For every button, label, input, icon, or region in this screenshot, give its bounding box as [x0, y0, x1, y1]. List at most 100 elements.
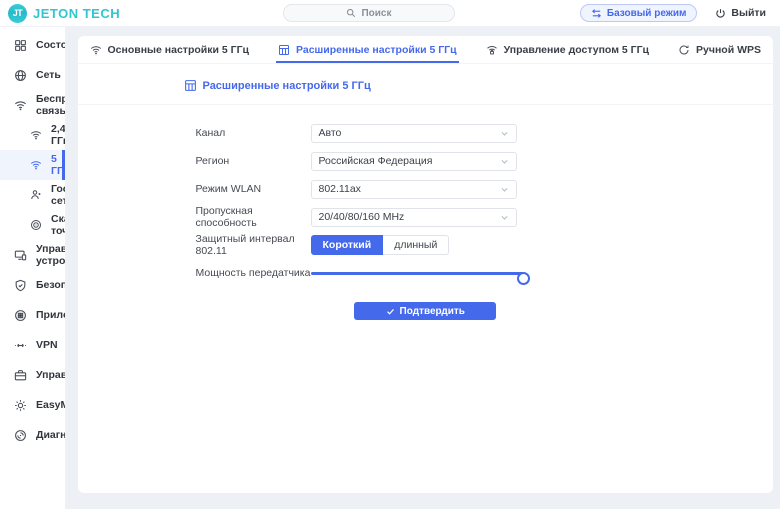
logo-text: JETON TECH — [33, 6, 120, 21]
sidebar-item-label: Диагностика — [36, 429, 66, 441]
scan-icon — [30, 219, 42, 231]
confirm-button[interactable]: Подтвердить — [354, 302, 496, 320]
sidebar-item-management[interactable]: Управление — [0, 360, 65, 390]
sidebar-item-5ghz[interactable]: 5 ГГц — [0, 150, 65, 180]
wifi-icon — [30, 129, 42, 141]
swap-arrows-icon — [591, 8, 602, 19]
tab-label: Управление доступом 5 ГГц — [504, 44, 649, 56]
sidebar-item-ap-scan[interactable]: Сканирование точек доступа — [0, 210, 65, 240]
basic-mode-button[interactable]: Базовый режим — [580, 4, 698, 22]
sidebar: Состояние Сеть Беспроводная связь 2,4 ГГ… — [0, 27, 66, 509]
dashboard-icon — [14, 39, 27, 52]
sidebar-item-label: Гостевая сеть — [51, 183, 66, 207]
logo: JT JETON TECH — [8, 4, 120, 23]
basic-mode-label: Базовый режим — [607, 8, 687, 19]
transmit-power-slider[interactable] — [311, 267, 524, 280]
tab-bar: Основные настройки 5 ГГц Расширенные нас… — [78, 36, 774, 64]
sidebar-item-label: Управление — [36, 369, 66, 381]
easymesh-icon — [14, 399, 27, 412]
panel-title-text: Расширенные настройки 5 ГГц — [203, 80, 371, 92]
wlan-mode-label: Режим WLAN — [196, 183, 311, 195]
tab-manual-wps[interactable]: Ручной WPS — [678, 36, 761, 63]
channel-label: Канал — [196, 127, 311, 139]
vpn-icon — [14, 339, 27, 352]
sidebar-item-diagnostics[interactable]: Диагностика — [0, 420, 65, 450]
advanced-grid-icon — [184, 79, 197, 92]
wifi-icon — [14, 99, 27, 112]
check-icon — [386, 307, 395, 316]
wps-icon — [678, 44, 690, 56]
settings-form: Канал Авто Регион Российская Федерация Р… — [78, 119, 774, 320]
transmit-power-slider-fill — [311, 272, 524, 275]
tab-access-control-5ghz[interactable]: Управление доступом 5 ГГц — [486, 36, 649, 63]
management-icon — [14, 369, 27, 382]
sidebar-item-vpn[interactable]: VPN — [0, 330, 65, 360]
network-icon — [14, 69, 27, 82]
wlan-mode-select[interactable]: 802.11ax — [311, 180, 517, 199]
access-control-icon — [486, 44, 498, 56]
confirm-label: Подтвердить — [400, 306, 465, 317]
wifi-icon — [90, 44, 102, 56]
sidebar-item-label: Сеть — [36, 69, 61, 81]
divider — [78, 104, 774, 105]
content-card: Основные настройки 5 ГГц Расширенные нас… — [78, 36, 774, 493]
sidebar-item-label: Приложение — [36, 309, 66, 321]
devices-icon — [14, 249, 27, 262]
panel-title: Расширенные настройки 5 ГГц — [184, 79, 774, 92]
sidebar-item-label: Управление устройствами — [36, 243, 66, 267]
region-label: Регион — [196, 155, 311, 167]
sidebar-item-status[interactable]: Состояние — [0, 30, 65, 60]
sidebar-item-label: 2,4 ГГц — [51, 123, 66, 147]
guard-interval-toggle: Короткий длинный — [311, 235, 450, 255]
chevron-down-icon — [500, 213, 509, 222]
sidebar-item-label: VPN — [36, 339, 58, 351]
search-placeholder: Поиск — [361, 8, 391, 19]
diagnostics-icon — [14, 429, 27, 442]
wifi-icon — [30, 159, 42, 171]
sidebar-item-security[interactable]: Безопасность — [0, 270, 65, 300]
chevron-down-icon — [500, 157, 509, 166]
power-icon — [715, 8, 726, 19]
bandwidth-select[interactable]: 20/40/80/160 MHz — [311, 208, 517, 227]
region-value: Российская Федерация — [319, 155, 433, 167]
top-header: JT JETON TECH Поиск Базовый режим Выйти — [0, 0, 780, 27]
slider-handle[interactable] — [517, 272, 530, 285]
chevron-down-icon — [500, 129, 509, 138]
sidebar-item-label: 5 ГГц — [51, 153, 66, 177]
logout-label: Выйти — [731, 7, 766, 19]
sidebar-item-wireless[interactable]: Беспроводная связь — [0, 90, 65, 120]
sidebar-item-easymesh[interactable]: EasyMesh — [0, 390, 65, 420]
sidebar-item-label: Сканирование точек доступа — [51, 213, 66, 237]
logout-button[interactable]: Выйти — [715, 7, 766, 19]
tab-label: Ручной WPS — [696, 44, 761, 56]
sidebar-item-label: Беспроводная связь — [36, 93, 66, 117]
bandwidth-value: 20/40/80/160 MHz — [319, 211, 405, 223]
tab-label: Расширенные настройки 5 ГГц — [296, 44, 457, 56]
main-area: Основные настройки 5 ГГц Расширенные нас… — [66, 27, 780, 509]
guard-interval-label: Защитный интервал 802.11 — [196, 233, 311, 257]
search-icon — [346, 8, 356, 18]
guest-icon — [30, 189, 42, 201]
advanced-grid-icon — [278, 44, 290, 56]
channel-select[interactable]: Авто — [311, 124, 517, 143]
sidebar-item-label: Состояние — [36, 39, 66, 51]
guard-interval-long-button[interactable]: длинный — [383, 235, 449, 255]
search-input[interactable]: Поиск — [283, 4, 455, 22]
sidebar-item-label: EasyMesh — [36, 399, 66, 411]
sidebar-item-device-management[interactable]: Управление устройствами — [0, 240, 65, 270]
sidebar-item-guest-network[interactable]: Гостевая сеть — [0, 180, 65, 210]
sidebar-item-24ghz[interactable]: 2,4 ГГц — [0, 120, 65, 150]
logo-icon: JT — [8, 4, 27, 23]
application-icon — [14, 309, 27, 322]
guard-interval-short-button[interactable]: Короткий — [311, 235, 384, 255]
sidebar-item-network[interactable]: Сеть — [0, 60, 65, 90]
wlan-mode-value: 802.11ax — [319, 183, 361, 195]
tab-label: Основные настройки 5 ГГц — [108, 44, 249, 56]
sidebar-item-application[interactable]: Приложение — [0, 300, 65, 330]
security-icon — [14, 279, 27, 292]
tab-basic-settings-5ghz[interactable]: Основные настройки 5 ГГц — [90, 36, 249, 63]
region-select[interactable]: Российская Федерация — [311, 152, 517, 171]
tab-advanced-settings-5ghz[interactable]: Расширенные настройки 5 ГГц — [278, 36, 457, 63]
sidebar-item-label: Безопасность — [36, 279, 66, 291]
channel-value: Авто — [319, 127, 342, 139]
